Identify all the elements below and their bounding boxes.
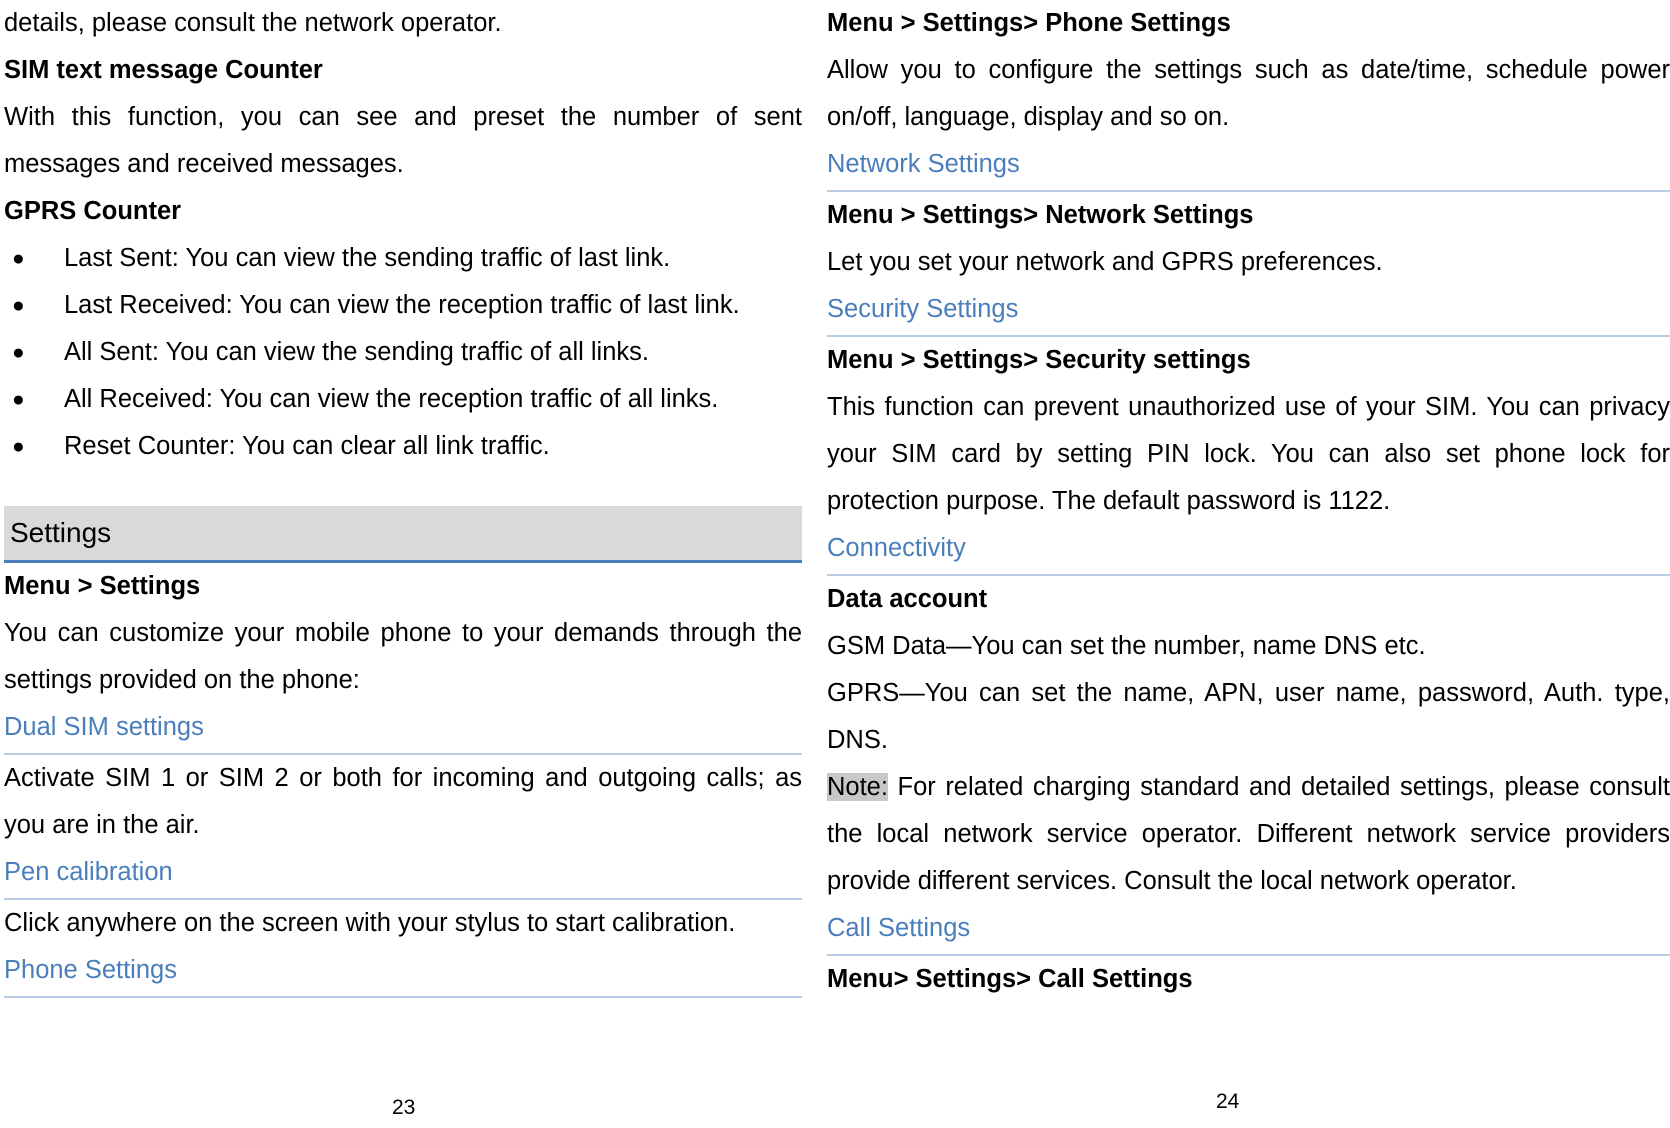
gsm-data-body: GSM Data—You can set the number, name DN… <box>827 632 1426 660</box>
phone-settings-body: Allow you to configure the settings such… <box>827 56 1670 131</box>
page-number-right: 24 <box>1216 1090 1240 1113</box>
list-item: Reset Counter: You can clear all link tr… <box>4 423 802 470</box>
list-item: Last Received: You can view the receptio… <box>4 282 802 329</box>
security-settings-link[interactable]: Security Settings <box>827 286 1670 337</box>
network-settings-heading: Menu > Settings> Network Settings <box>827 201 1254 229</box>
network-settings-body: Let you set your network and GPRS prefer… <box>827 248 1383 276</box>
security-settings-heading: Menu > Settings> Security settings <box>827 346 1251 374</box>
page-number-left: 23 <box>392 1096 416 1119</box>
menu-settings-heading: Menu > Settings <box>4 572 201 600</box>
dual-sim-settings-link[interactable]: Dual SIM settings <box>4 704 802 755</box>
sim-text-message-counter-heading: SIM text message Counter <box>4 56 323 84</box>
list-item: All Received: You can view the reception… <box>4 376 802 423</box>
data-account-heading: Data account <box>827 585 988 613</box>
security-settings-body: This function can prevent unauthorized u… <box>827 393 1670 515</box>
gprs-counter-bullet-list: Last Sent: You can view the sending traf… <box>4 235 802 470</box>
left-page-column: details, please consult the network oper… <box>0 0 802 1128</box>
gprs-counter-heading: GPRS Counter <box>4 197 182 225</box>
pen-calibration-body: Click anywhere on the screen with your s… <box>4 909 736 937</box>
call-settings-link[interactable]: Call Settings <box>827 905 1670 956</box>
right-page-column: Menu > Settings> Phone Settings Allow yo… <box>827 0 1670 1128</box>
manual-page-spread: details, please consult the network oper… <box>0 0 1670 1128</box>
intro-paragraph: details, please consult the network oper… <box>4 9 502 37</box>
list-item: Last Sent: You can view the sending traf… <box>4 235 802 282</box>
call-settings-heading: Menu> Settings> Call Settings <box>827 965 1193 993</box>
phone-settings-heading: Menu > Settings> Phone Settings <box>827 9 1231 37</box>
note-paragraph: Note: For related charging standard and … <box>827 764 1670 905</box>
menu-settings-body: You can customize your mobile phone to y… <box>4 619 802 694</box>
note-body: For related charging standard and detail… <box>827 773 1670 895</box>
dual-sim-settings-body: Activate SIM 1 or SIM 2 or both for inco… <box>4 764 802 839</box>
note-label: Note: <box>827 773 888 801</box>
column-gutter <box>802 0 827 1128</box>
connectivity-link[interactable]: Connectivity <box>827 525 1670 576</box>
phone-settings-link[interactable]: Phone Settings <box>4 947 802 998</box>
network-settings-link[interactable]: Network Settings <box>827 141 1670 192</box>
pen-calibration-link[interactable]: Pen calibration <box>4 849 802 900</box>
settings-section-banner: Settings <box>4 506 802 563</box>
gprs-body: GPRS—You can set the name, APN, user nam… <box>827 679 1670 754</box>
list-item: All Sent: You can view the sending traff… <box>4 329 802 376</box>
sim-counter-body: With this function, you can see and pres… <box>4 103 802 178</box>
